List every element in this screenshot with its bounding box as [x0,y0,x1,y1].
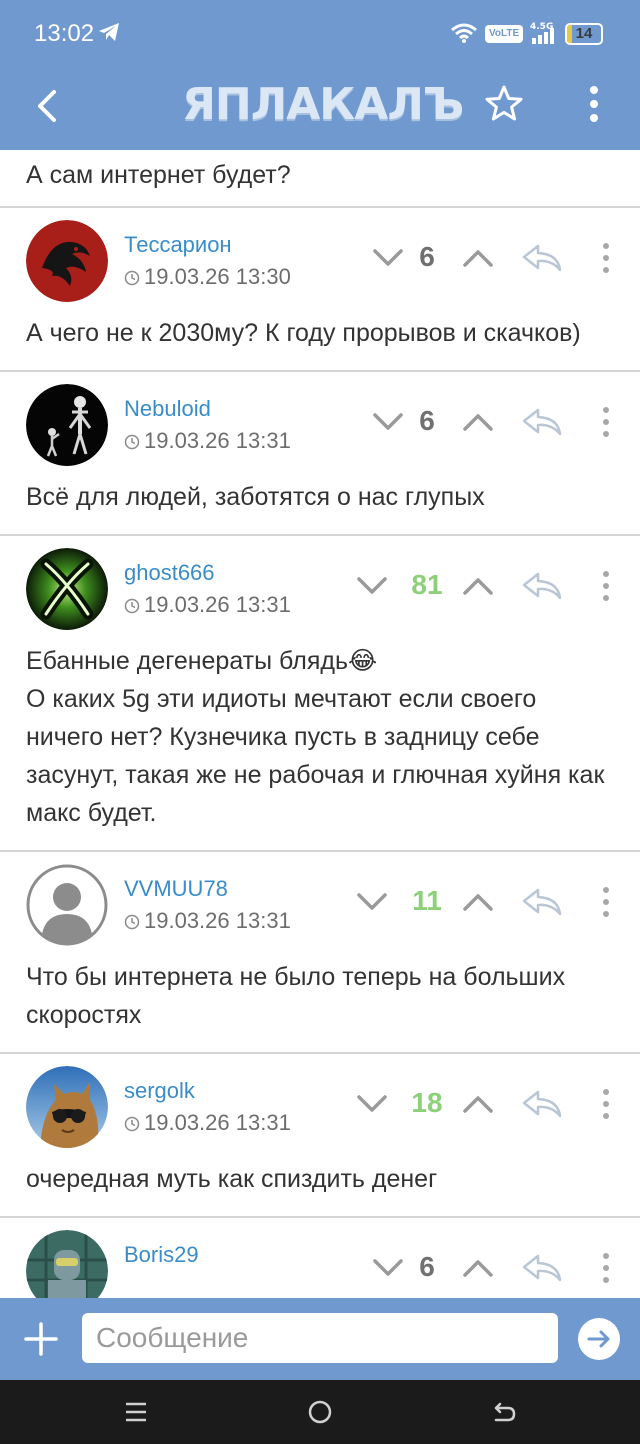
vote-down-icon[interactable] [356,1092,388,1116]
comment-meta: 19.03.26 13:31 [124,908,291,936]
comment-more-icon[interactable] [598,1086,614,1122]
avatar[interactable] [26,220,108,302]
reply-icon[interactable] [520,406,564,438]
recent-apps-icon[interactable] [124,1400,148,1429]
clock-icon [124,594,140,620]
comment-score: 18 [411,1087,443,1118]
vote-up-icon[interactable] [462,890,494,914]
avatar[interactable] [26,1066,108,1148]
comment-more-icon[interactable] [598,1250,614,1286]
comment-datetime: 19.03.26 13:31 [144,1110,291,1135]
avatar[interactable] [26,864,108,946]
comment-item: VVMUU78 19.03.26 13:31 11 Что бы интерне… [0,852,640,1054]
reply-icon[interactable] [520,886,564,918]
comment-item: ghost666 19.03.26 13:31 81 Ебанные деген… [0,536,640,852]
comment-text: Всё для людей, заботятся о нас глупых [26,483,485,511]
comment-score: 6 [419,241,435,272]
attach-plus-icon[interactable] [22,1320,60,1358]
vote-up-icon[interactable] [462,1092,494,1116]
back-arrow-icon[interactable] [28,86,68,126]
comment-score: 6 [419,405,435,436]
comment-item: Nebuloid 19.03.26 13:31 6 Всё для людей,… [0,372,640,536]
battery-icon: 14 [565,23,603,45]
comment-meta: 19.03.26 13:31 [124,1110,291,1138]
comment-header: Boris29 6 [0,1218,640,1298]
vote-up-icon[interactable] [462,574,494,598]
vote-down-icon[interactable] [372,410,404,434]
comment-author[interactable]: Boris29 [124,1242,199,1268]
telegram-icon [98,22,120,47]
comment-score: 81 [411,569,443,600]
comment-header: ghost666 19.03.26 13:31 81 [0,536,640,636]
more-vertical-icon[interactable] [578,82,610,126]
comment-more-icon[interactable] [598,884,614,920]
clock-icon [124,430,140,456]
message-input[interactable] [82,1313,558,1363]
previous-comment-text: А сам интернет будет? [0,150,640,208]
comment-author[interactable]: VVMUU78 [124,876,228,902]
battery-level: 14 [575,25,593,42]
status-time: 13:02 [34,20,95,47]
comment-meta: 19.03.26 13:31 [124,592,291,620]
clock-icon [124,266,140,292]
comment-header: Тессарион 19.03.26 13:30 6 [0,208,640,308]
clock-icon [124,1112,140,1138]
comment-header: VVMUU78 19.03.26 13:31 11 [0,852,640,952]
comment-item: Boris29 6 [0,1218,640,1298]
comment-score: 6 [419,1251,435,1282]
comment-datetime: 19.03.26 13:30 [144,264,291,289]
avatar[interactable] [26,548,108,630]
comment-meta: 19.03.26 13:30 [124,264,291,292]
comment-author[interactable]: Nebuloid [124,396,211,422]
site-logo[interactable]: ЯПЛАКАЛЪ [182,76,464,136]
star-icon[interactable] [482,82,526,126]
comment-more-icon[interactable] [598,240,614,276]
comment-header: sergolk 19.03.26 13:31 18 [0,1054,640,1154]
comment-author[interactable]: sergolk [124,1078,195,1104]
avatar[interactable] [26,384,108,466]
signal-icon: 4.5G [530,20,558,51]
comment-item: sergolk 19.03.26 13:31 18 очередная муть… [0,1054,640,1218]
comment-score: 11 [412,885,442,916]
send-arrow-icon[interactable] [578,1318,620,1360]
reply-icon[interactable] [520,570,564,602]
reply-icon[interactable] [520,242,564,274]
vote-down-icon[interactable] [356,574,388,598]
wifi-icon [450,22,478,49]
vote-down-icon[interactable] [372,1256,404,1280]
home-circle-icon[interactable] [308,1400,332,1429]
comment-text: очередная муть как спиздить денег [26,1165,438,1193]
reply-icon[interactable] [520,1088,564,1120]
comment-text: Что бы интернета не было теперь на больш… [26,963,566,1029]
comment-datetime: 19.03.26 13:31 [144,592,291,617]
comment-more-icon[interactable] [598,568,614,604]
comments-list[interactable]: А сам интернет будет? Тессарион 19.03.26… [0,150,640,1298]
vote-down-icon[interactable] [372,246,404,270]
comment-text: Ебанные дегенераты блядь😂 О каких 5g эти… [26,647,605,827]
comment-text: А чего не к 2030му? К году прорывов и ск… [26,319,581,347]
nav-bar: ЯПЛАКАЛЪ [0,68,640,150]
comment-datetime: 19.03.26 13:31 [144,908,291,933]
vote-up-icon[interactable] [462,1256,494,1280]
vote-down-icon[interactable] [356,890,388,914]
system-nav-bar [0,1380,640,1444]
status-bar: 13:02 VoLTE 4.5G 14 [0,0,640,68]
vote-up-icon[interactable] [462,410,494,434]
message-composer [0,1298,640,1380]
comment-meta: 19.03.26 13:31 [124,428,291,456]
app-header: 13:02 VoLTE 4.5G 14 ЯПЛАКАЛЪ [0,0,640,150]
network-type-label: 4.5G [530,22,553,32]
reply-icon[interactable] [520,1252,564,1284]
comment-header: Nebuloid 19.03.26 13:31 6 [0,372,640,472]
comment-item: Тессарион 19.03.26 13:30 6 А чего не к 2… [0,208,640,372]
comment-author[interactable]: ghost666 [124,560,215,586]
comment-datetime: 19.03.26 13:31 [144,428,291,453]
avatar[interactable] [26,1230,108,1298]
comment-author[interactable]: Тессарион [124,232,232,258]
system-back-icon[interactable] [490,1398,518,1431]
comment-more-icon[interactable] [598,404,614,440]
volte-badge: VoLTE [485,25,524,43]
vote-up-icon[interactable] [462,246,494,270]
clock-icon [124,910,140,936]
